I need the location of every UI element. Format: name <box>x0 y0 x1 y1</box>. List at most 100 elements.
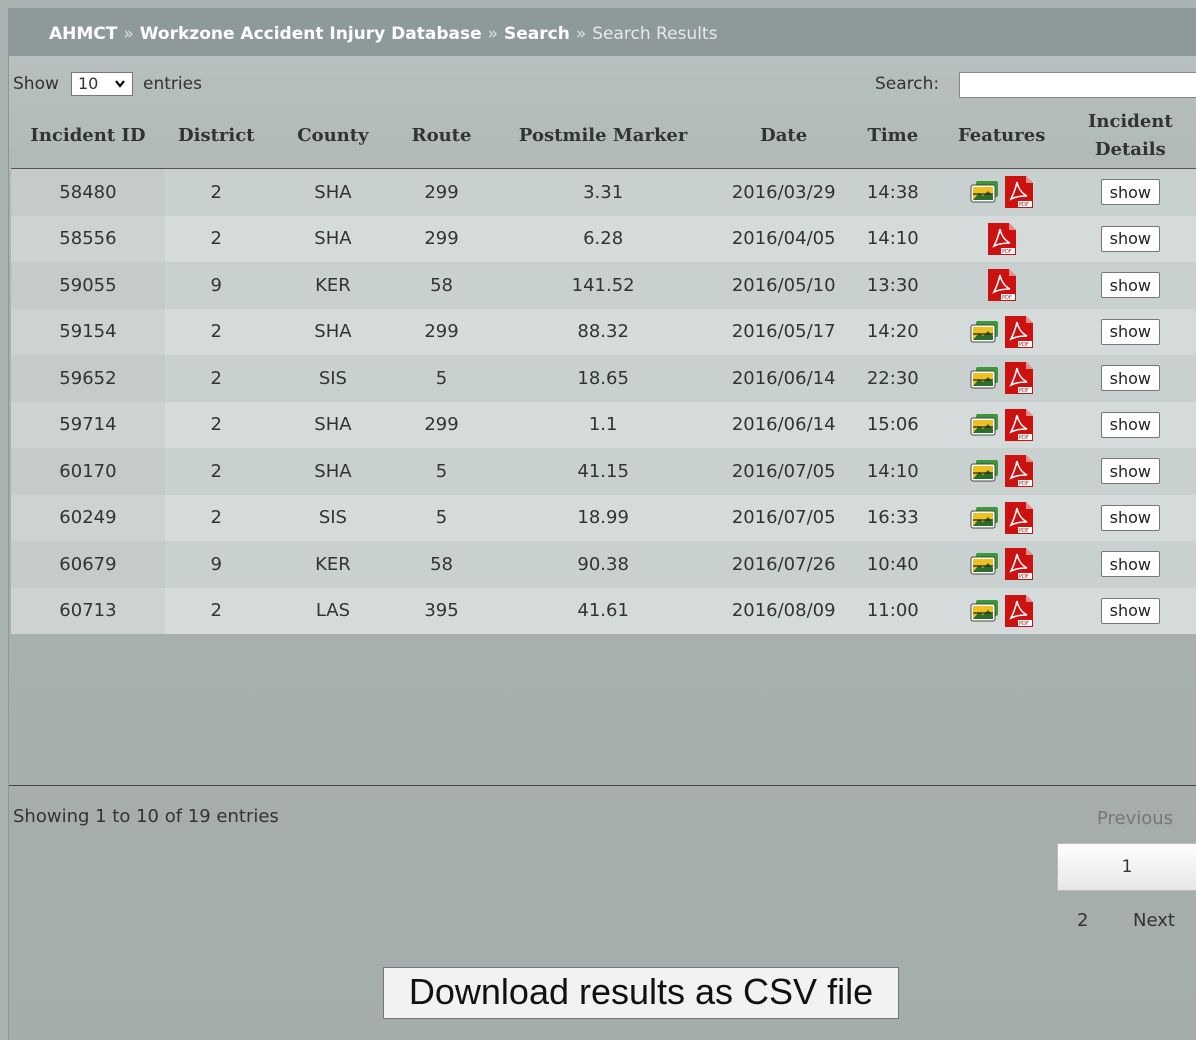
photo-icon[interactable] <box>970 552 1000 576</box>
cell-incident-id: 59154 <box>11 308 165 355</box>
show-details-button[interactable]: show <box>1100 411 1161 438</box>
cell-district: 2 <box>164 587 268 634</box>
show-details-button[interactable]: show <box>1100 365 1161 392</box>
photo-icon[interactable] <box>970 599 1000 623</box>
cell-incident-id: 59652 <box>11 355 165 402</box>
table-row: 58556 2 SHA 299 6.28 2016/04/05 14:10 PD… <box>11 215 1196 262</box>
header-time[interactable]: Time <box>845 104 940 169</box>
cell-county: SIS <box>267 355 399 402</box>
cell-postmile: 141.52 <box>484 262 722 309</box>
cell-time: 10:40 <box>845 541 940 588</box>
cell-district: 2 <box>164 168 268 216</box>
show-details-button[interactable]: show <box>1100 551 1161 578</box>
header-route[interactable]: Route <box>398 104 485 169</box>
cell-incident-id: 60679 <box>11 541 165 588</box>
pagination-next[interactable]: Next <box>1133 910 1175 931</box>
cell-date: 2016/06/14 <box>721 355 846 402</box>
pdf-icon[interactable]: PDF <box>1004 547 1034 581</box>
pdf-icon[interactable]: PDF <box>1004 501 1034 535</box>
cell-incident-details: show <box>1063 401 1196 448</box>
table-row: 60713 2 LAS 395 41.61 2016/08/09 11:00 P… <box>11 587 1196 634</box>
entries-label: entries <box>143 74 202 94</box>
photo-icon[interactable] <box>970 366 1000 390</box>
svg-text:PDF: PDF <box>1019 388 1029 394</box>
cell-district: 2 <box>164 448 268 495</box>
header-incident-id[interactable]: Incident ID <box>11 104 165 169</box>
show-details-button[interactable]: show <box>1100 318 1161 345</box>
pagination-previous[interactable]: Previous <box>1097 808 1173 829</box>
header-date[interactable]: Date <box>721 104 846 169</box>
cell-county: LAS <box>267 587 399 634</box>
cell-route: 5 <box>398 494 485 541</box>
cell-features: PDF <box>939 308 1064 355</box>
cell-county: SHA <box>267 308 399 355</box>
header-county[interactable]: County <box>267 104 399 169</box>
download-csv-button[interactable]: Download results as CSV file <box>383 967 899 1019</box>
cell-route: 299 <box>398 215 485 262</box>
cell-incident-details: show <box>1063 541 1196 588</box>
show-details-button[interactable]: show <box>1100 179 1161 206</box>
show-details-button[interactable]: show <box>1100 504 1161 531</box>
cell-county: KER <box>267 262 399 309</box>
cell-incident-details: show <box>1063 494 1196 541</box>
photo-icon[interactable] <box>970 320 1000 344</box>
header-district[interactable]: District <box>164 104 268 169</box>
header-features[interactable]: Features <box>939 104 1064 169</box>
cell-incident-id: 59714 <box>11 401 165 448</box>
photo-icon[interactable] <box>970 180 1000 204</box>
header-incident-details[interactable]: Incident Details <box>1063 104 1196 169</box>
cell-route: 299 <box>398 308 485 355</box>
pagination-page-2[interactable]: 2 <box>1077 910 1088 931</box>
pdf-icon[interactable]: PDF <box>1004 175 1034 209</box>
table-row: 59652 2 SIS 5 18.65 2016/06/14 22:30 PDF… <box>11 355 1196 402</box>
cell-time: 11:00 <box>845 587 940 634</box>
pdf-icon[interactable]: PDF <box>987 268 1017 302</box>
cell-postmile: 1.1 <box>484 401 722 448</box>
svg-text:PDF: PDF <box>1019 435 1029 441</box>
cell-postmile: 88.32 <box>484 308 722 355</box>
cell-postmile: 3.31 <box>484 168 722 216</box>
breadcrumb-item-database[interactable]: Workzone Accident Injury Database <box>140 24 482 44</box>
cell-time: 14:20 <box>845 308 940 355</box>
cell-features: PDF <box>939 541 1064 588</box>
cell-district: 9 <box>164 262 268 309</box>
pagination-page-1[interactable]: 1 <box>1057 843 1196 891</box>
svg-text:PDF: PDF <box>1019 481 1029 487</box>
cell-features: PDF <box>939 401 1064 448</box>
cell-county: SHA <box>267 168 399 216</box>
show-details-button[interactable]: show <box>1100 225 1161 252</box>
cell-time: 14:10 <box>845 448 940 495</box>
table-row: 58480 2 SHA 299 3.31 2016/03/29 14:38 PD… <box>11 168 1196 216</box>
show-details-button[interactable]: show <box>1100 597 1161 624</box>
breadcrumb-item-search[interactable]: Search <box>504 24 570 44</box>
pdf-icon[interactable]: PDF <box>1004 594 1034 628</box>
cell-county: SIS <box>267 494 399 541</box>
cell-features: PDF <box>939 168 1064 216</box>
breadcrumb-item-ahmct[interactable]: AHMCT <box>49 24 117 44</box>
pdf-icon[interactable]: PDF <box>987 222 1017 256</box>
cell-route: 299 <box>398 401 485 448</box>
pdf-icon[interactable]: PDF <box>1004 361 1034 395</box>
photo-icon[interactable] <box>970 413 1000 437</box>
header-postmile[interactable]: Postmile Marker <box>484 104 722 169</box>
photo-icon[interactable] <box>970 506 1000 530</box>
show-details-button[interactable]: show <box>1100 272 1161 299</box>
cell-postmile: 18.99 <box>484 494 722 541</box>
cell-date: 2016/05/10 <box>721 262 846 309</box>
table-footer: Showing 1 to 10 of 19 entries Previous 1… <box>9 785 1196 931</box>
cell-incident-details: show <box>1063 355 1196 402</box>
pdf-icon[interactable]: PDF <box>1004 454 1034 488</box>
cell-incident-details: show <box>1063 168 1196 216</box>
pdf-icon[interactable]: PDF <box>1004 408 1034 442</box>
table-row: 60170 2 SHA 5 41.15 2016/07/05 14:10 PDF… <box>11 448 1196 495</box>
cell-time: 22:30 <box>845 355 940 402</box>
photo-icon[interactable] <box>970 459 1000 483</box>
breadcrumb-separator: » <box>575 24 587 44</box>
show-details-button[interactable]: show <box>1100 458 1161 485</box>
pdf-icon[interactable]: PDF <box>1004 315 1034 349</box>
search-label: Search: <box>875 74 940 94</box>
search-input[interactable] <box>959 72 1196 98</box>
cell-incident-details: show <box>1063 215 1196 262</box>
cell-date: 2016/05/17 <box>721 308 846 355</box>
entries-select[interactable]: 10 <box>71 72 133 96</box>
